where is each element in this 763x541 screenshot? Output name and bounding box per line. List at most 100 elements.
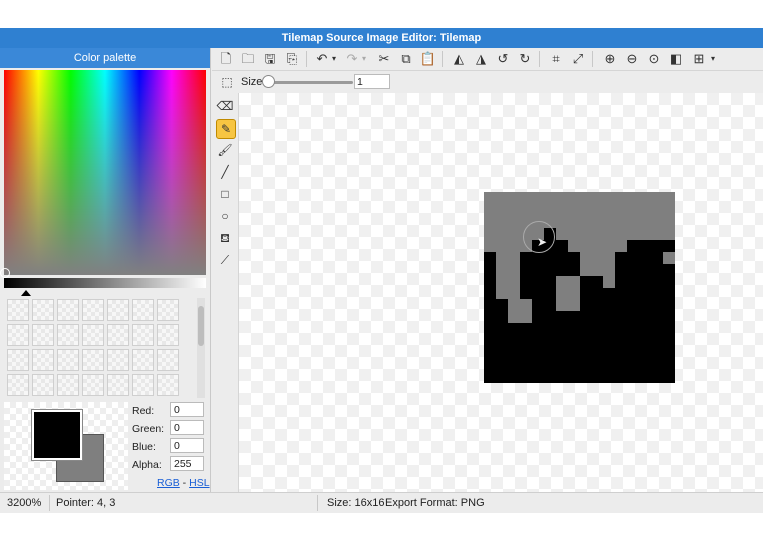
tile-pixel[interactable] (495, 192, 508, 204)
tile-pixel[interactable] (484, 371, 496, 384)
palette-swatch[interactable] (7, 299, 29, 321)
tile-pixel[interactable] (591, 359, 604, 372)
tile-pixel[interactable] (639, 215, 652, 228)
tile-pixel[interactable] (651, 263, 664, 276)
lightness-marker-icon[interactable] (21, 290, 31, 296)
tile-pixel[interactable] (484, 299, 496, 312)
tile-pixel[interactable] (639, 251, 652, 264)
tile-pixel[interactable] (495, 371, 508, 384)
tile-pixel[interactable] (639, 371, 652, 384)
tile-pixel[interactable] (639, 192, 652, 204)
tile-pixel[interactable] (555, 215, 568, 228)
tile-pixel[interactable] (603, 311, 616, 324)
tile-pixel[interactable] (615, 239, 628, 252)
tile-pixel[interactable] (543, 371, 556, 384)
tile-pixel[interactable] (519, 192, 532, 204)
eyedropper-icon[interactable]: ⟋ (216, 251, 234, 269)
tile-pixel[interactable] (567, 192, 580, 204)
hsl-link[interactable]: HSL (189, 477, 209, 489)
tile-pixel[interactable] (507, 192, 520, 204)
tile-pixel[interactable] (663, 251, 676, 264)
redo-dropdown-icon[interactable]: ▾ (359, 50, 369, 68)
tile-pixel[interactable] (663, 192, 676, 204)
tile-pixel[interactable] (519, 275, 532, 288)
tile-pixel[interactable] (663, 359, 676, 372)
tile-pixel[interactable] (495, 335, 508, 348)
contrast-icon[interactable]: ◧ (667, 50, 685, 68)
tile-pixel[interactable] (639, 323, 652, 336)
tile-pixel[interactable] (591, 263, 604, 276)
tile-pixel[interactable] (603, 239, 616, 252)
palette-swatch[interactable] (82, 324, 104, 346)
tile-pixel[interactable] (519, 359, 532, 372)
tile-pixel[interactable] (507, 203, 520, 216)
resize-icon[interactable]: ⤢ (569, 50, 587, 68)
tile-pixel[interactable] (579, 323, 592, 336)
tile-pixel[interactable] (495, 263, 508, 276)
palette-swatch[interactable] (7, 324, 29, 346)
tile-pixel[interactable] (543, 263, 556, 276)
tile-pixel[interactable] (507, 347, 520, 360)
tile-pixel[interactable] (615, 287, 628, 300)
tile-pixel[interactable] (579, 215, 592, 228)
lightness-bar[interactable] (4, 278, 206, 288)
tile-pixel[interactable] (639, 311, 652, 324)
palette-swatch[interactable] (57, 324, 79, 346)
tile-pixel[interactable] (651, 347, 664, 360)
tile-pixel[interactable] (591, 192, 604, 204)
tile-pixel[interactable] (495, 311, 508, 324)
tile-pixel[interactable] (484, 335, 496, 348)
brush-icon[interactable]: 🖌 (216, 141, 234, 159)
tile-pixel[interactable] (519, 335, 532, 348)
color-spectrum[interactable] (4, 70, 206, 275)
tile-pixel[interactable] (579, 263, 592, 276)
tile-pixel[interactable] (651, 299, 664, 312)
palette-swatch[interactable] (32, 324, 54, 346)
tile-pixel[interactable] (639, 299, 652, 312)
tile-pixel[interactable] (651, 287, 664, 300)
tile-pixel[interactable] (663, 227, 676, 240)
palette-swatch[interactable] (7, 374, 29, 396)
tile-pixel[interactable] (651, 371, 664, 384)
tile-pixel[interactable] (651, 251, 664, 264)
tile-pixel[interactable] (579, 203, 592, 216)
palette-swatch[interactable] (57, 349, 79, 371)
tile-pixel[interactable] (484, 239, 496, 252)
tile-pixel[interactable] (555, 192, 568, 204)
tile-pixel[interactable] (484, 275, 496, 288)
tile-pixel[interactable] (603, 192, 616, 204)
tile-pixel[interactable] (531, 347, 544, 360)
rotate-cw-icon[interactable]: ↻ (516, 50, 534, 68)
tile-pixel[interactable] (627, 287, 640, 300)
tile-pixel[interactable] (484, 215, 496, 228)
tile-pixel[interactable] (639, 239, 652, 252)
tile-pixel[interactable] (531, 192, 544, 204)
palette-swatch[interactable] (157, 299, 179, 321)
tile-pixel[interactable] (663, 347, 676, 360)
tile-pixel[interactable] (495, 215, 508, 228)
tile-pixel[interactable] (615, 275, 628, 288)
tile-pixel[interactable] (567, 347, 580, 360)
tile-pixel[interactable] (591, 227, 604, 240)
tile-pixel[interactable] (627, 323, 640, 336)
palette-swatch[interactable] (132, 299, 154, 321)
tile-pixel[interactable] (651, 227, 664, 240)
tile-pixel[interactable] (555, 239, 568, 252)
tile-pixel[interactable] (627, 359, 640, 372)
tile-pixel[interactable] (615, 227, 628, 240)
tile-pixel[interactable] (615, 192, 628, 204)
tile-pixel[interactable] (627, 239, 640, 252)
tile-pixel[interactable] (555, 275, 568, 288)
tile-pixel[interactable] (531, 275, 544, 288)
tile-pixel[interactable] (484, 323, 496, 336)
zoom-in-icon[interactable]: ⊕ (601, 50, 619, 68)
tile-pixel[interactable] (579, 251, 592, 264)
green-input[interactable]: 0 (170, 420, 204, 435)
tile-pixel[interactable] (507, 299, 520, 312)
tile-pixel[interactable] (615, 299, 628, 312)
tile-pixel[interactable] (531, 371, 544, 384)
zoom-out-icon[interactable]: ⊖ (623, 50, 641, 68)
flip-vertical-icon[interactable]: ◮ (472, 50, 490, 68)
tile-pixel[interactable] (531, 299, 544, 312)
tile-pixel[interactable] (507, 311, 520, 324)
